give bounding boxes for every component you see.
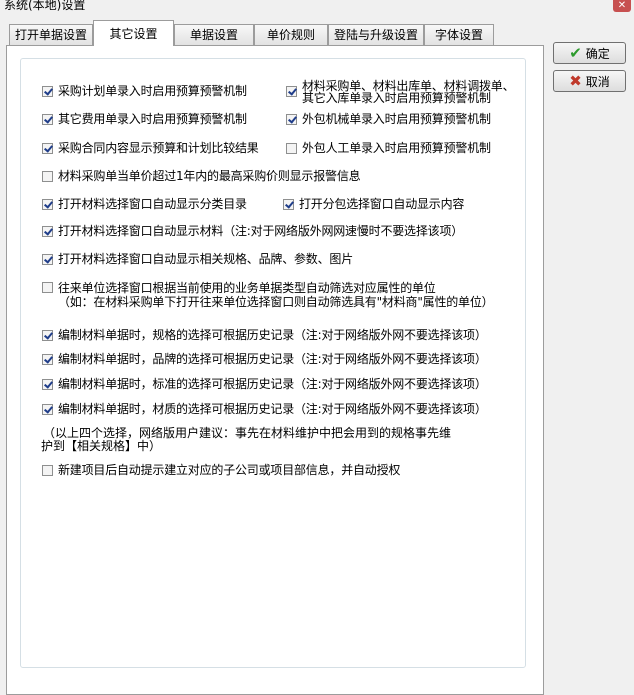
checkmark-icon: ✔ [569, 44, 582, 62]
option-history-spec[interactable]: 编制材料单据时，规格的选择可根据历史记录（注:对于网络版外网不要选择该项） [42, 329, 487, 342]
checkbox[interactable] [42, 199, 53, 210]
option-filter-partner-units[interactable]: 往来单位选择窗口根据当前使用的业务单据类型自动筛选对应属性的单位 （如：在材料采… [42, 281, 494, 309]
checkbox[interactable] [42, 354, 53, 365]
checkbox[interactable] [42, 143, 53, 154]
option-new-project-auth[interactable]: 新建项目后自动提示建立对应的子公司或项目部信息，并自动授权 [42, 464, 400, 477]
option-show-material[interactable]: 打开材料选择窗口自动显示材料（注:对于网络版外网网速慢时不要选择该项） [42, 225, 463, 238]
ok-button[interactable]: ✔ 确定 [553, 42, 626, 64]
checkbox[interactable] [42, 226, 53, 237]
checkbox[interactable] [42, 86, 53, 97]
x-icon: ✖ [569, 72, 582, 90]
option-history-standard[interactable]: 编制材料单据时，标准的选择可根据历史记录（注:对于网络版外网不要选择该项） [42, 378, 487, 391]
checkbox[interactable] [42, 282, 53, 293]
tab-open-doc-settings[interactable]: 打开单据设置 [9, 24, 93, 45]
option-price-alarm[interactable]: 材料采购单当单价超过1年内的最高采购价则显示报警信息 [42, 170, 361, 183]
checkbox[interactable] [42, 404, 53, 415]
tab-doc-settings[interactable]: 单据设置 [174, 24, 254, 45]
option-history-brand[interactable]: 编制材料单据时，品牌的选择可根据历史记录（注:对于网络版外网不要选择该项） [42, 353, 487, 366]
option-material-docs-budget[interactable]: 材料采购单、材料出库单、材料调拨单、 其它入库单录入时启用预算预警机制 [286, 80, 515, 104]
option-show-category-dir[interactable]: 打开材料选择窗口自动显示分类目录 [42, 198, 247, 211]
options-group: 采购计划单录入时启用预算预警机制 材料采购单、材料出库单、材料调拨单、 其它入库… [20, 58, 526, 668]
option-other-expense-budget[interactable]: 其它费用单录入时启用预算预警机制 [42, 113, 247, 126]
checkbox[interactable] [42, 465, 53, 476]
title-bar: 系统(本地)设置 ✕ [0, 0, 634, 14]
close-button[interactable]: ✕ [613, 0, 631, 12]
checkbox[interactable] [283, 199, 294, 210]
checkbox[interactable] [42, 254, 53, 265]
settings-panel: 采购计划单录入时启用预算预警机制 材料采购单、材料出库单、材料调拨单、 其它入库… [6, 45, 544, 695]
checkbox[interactable] [42, 379, 53, 390]
option-contract-compare[interactable]: 采购合同内容显示预算和计划比较结果 [42, 142, 259, 155]
option-show-specs[interactable]: 打开材料选择窗口自动显示相关规格、品牌、参数、图片 [42, 253, 353, 266]
checkbox[interactable] [42, 171, 53, 182]
option-history-material[interactable]: 编制材料单据时，材质的选择可根据历史记录（注:对于网络版外网不要选择该项） [42, 403, 487, 416]
checkbox[interactable] [42, 114, 53, 125]
checkbox[interactable] [286, 86, 297, 97]
window-title: 系统(本地)设置 [4, 0, 86, 12]
checkbox[interactable] [286, 143, 297, 154]
option-outsource-machine-budget[interactable]: 外包机械单录入时启用预算预警机制 [286, 113, 491, 126]
tab-price-rules[interactable]: 单价规则 [254, 24, 328, 45]
tab-login-upgrade[interactable]: 登陆与升级设置 [328, 24, 424, 45]
cancel-button[interactable]: ✖ 取消 [553, 70, 626, 92]
checkbox[interactable] [286, 114, 297, 125]
option-outsource-labor-budget[interactable]: 外包人工单录入时启用预算预警机制 [286, 142, 491, 155]
option-show-subcontract[interactable]: 打开分包选择窗口自动显示内容 [283, 198, 464, 211]
option-purchase-plan-budget[interactable]: 采购计划单录入时启用预算预警机制 [42, 85, 247, 98]
network-note-line2: 护到【相关规格】中） [41, 439, 162, 453]
tab-font-settings[interactable]: 字体设置 [424, 24, 494, 45]
checkbox[interactable] [42, 330, 53, 341]
tab-other-settings[interactable]: 其它设置 [93, 20, 174, 46]
